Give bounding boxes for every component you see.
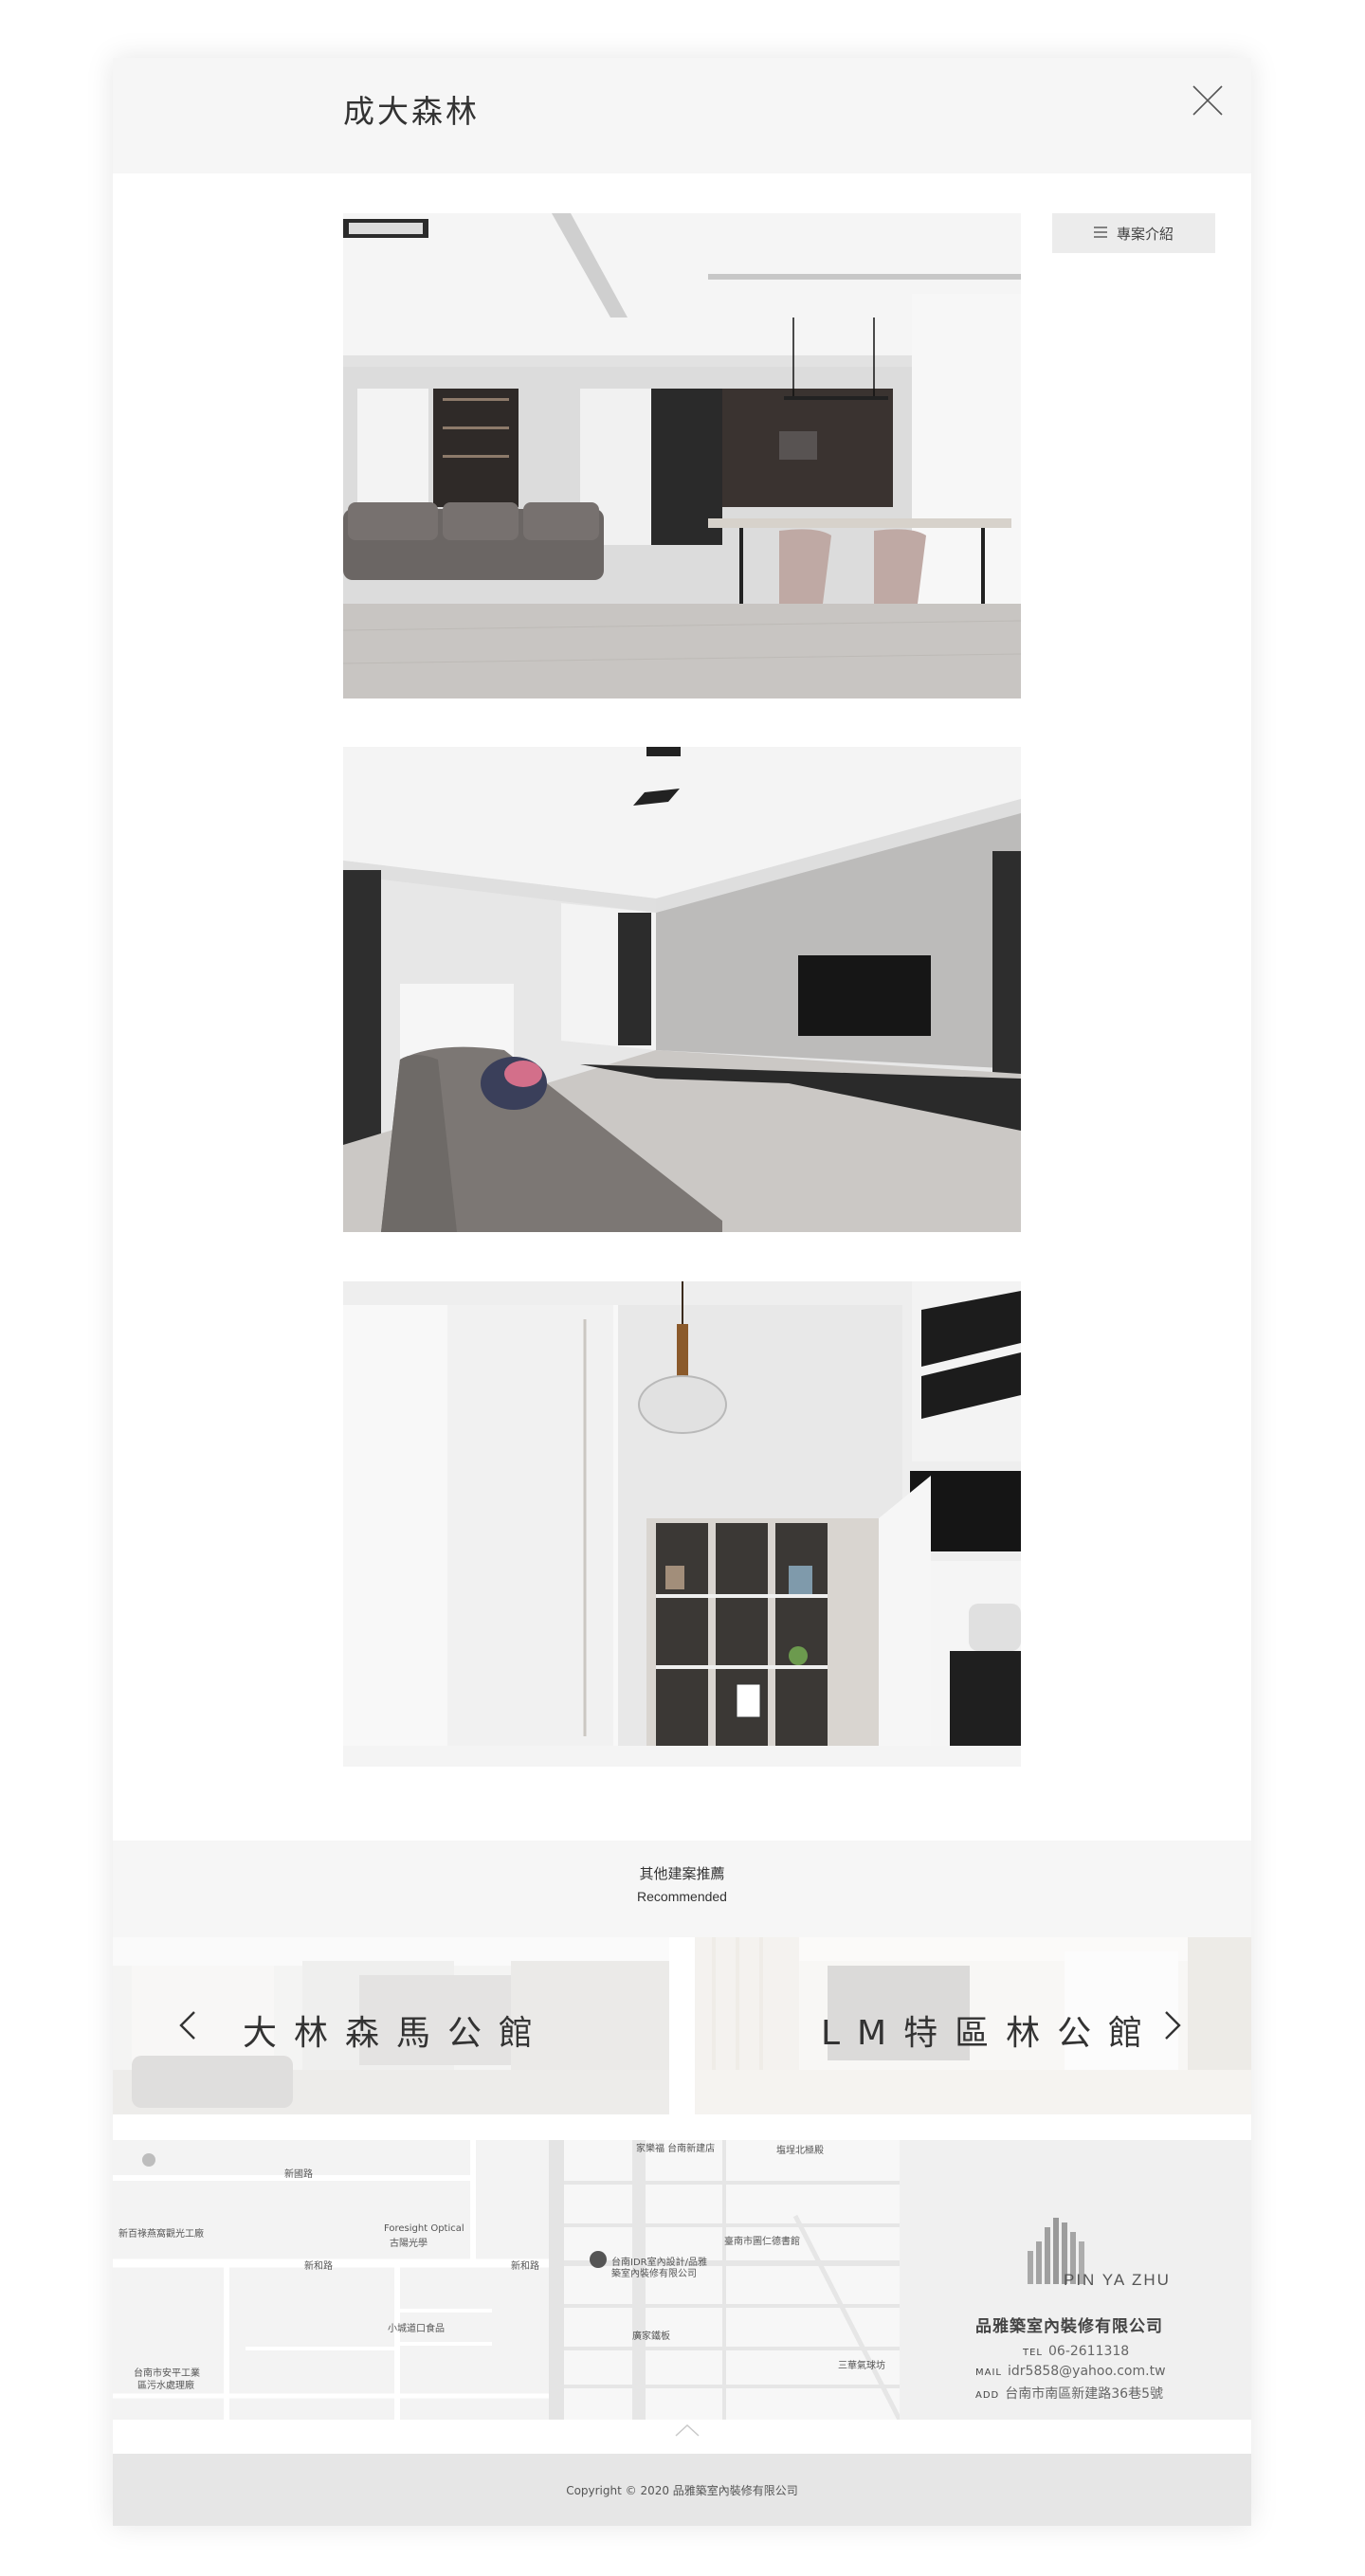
chevron-up-icon[interactable] <box>674 2422 701 2438</box>
chevron-right-icon[interactable] <box>1162 2008 1185 2042</box>
map-label: 新和路 <box>511 2261 539 2272</box>
map-label: 三華氣球坊 <box>838 2361 885 2371</box>
map-label: 新和路 <box>304 2261 333 2272</box>
gallery-photo-living-dining <box>343 213 1021 698</box>
recommended-title: 其他建案推薦 <box>639 1865 725 1882</box>
list-icon <box>1093 225 1107 242</box>
project-intro-button[interactable]: 專案介紹 <box>1052 213 1215 253</box>
map-label: 臺南市圖仁德書館 <box>724 2237 800 2247</box>
mail-value[interactable]: idr5858@yahoo.com.tw <box>1008 2364 1166 2379</box>
gallery-photo-staircase <box>343 1281 1021 1767</box>
recommended-prev-label: 大林森馬公館 <box>243 2014 551 2053</box>
recommended-next-label: LM特區林公館 <box>821 2014 1160 2053</box>
map-label: 塩埕北極殿 <box>776 2146 824 2156</box>
location-strip: 新百祿燕窩觀光工廠 Foresight Optical 古陽光學 新和路 新和路… <box>113 2140 1251 2422</box>
map-label: 築室內裝修有限公司 <box>611 2269 697 2279</box>
map-label: 小城道口食品 <box>388 2324 445 2334</box>
logo-text: PIN YA ZHU <box>1064 2271 1171 2289</box>
map-label: 廣家鐵板 <box>632 2331 670 2342</box>
add-key: ADD <box>975 2390 1000 2401</box>
chevron-left-icon[interactable] <box>175 2008 198 2042</box>
map-area-right[interactable]: 家樂福 台南新建店 塩埕北極殿 臺南市圖仁德書館 台南IDR室內設計/品雅 築室… <box>549 2140 902 2422</box>
map-label: Foresight Optical <box>384 2223 464 2234</box>
map-label: 家樂福 台南新建店 <box>636 2144 716 2154</box>
modal-header: 成大森林 <box>113 58 1251 173</box>
tel-key: TEL <box>1023 2348 1043 2358</box>
contact-mail: MAIL idr5858@yahoo.com.tw <box>975 2364 1166 2379</box>
copyright-text: Copyright © 2020 品雅築室內裝修有限公司 <box>566 2484 798 2497</box>
contact-info: PIN YA ZHU 品雅築室內裝修有限公司 TEL 06-2611318 MAI… <box>900 2140 1251 2420</box>
gallery-photo-living-room <box>343 747 1021 1232</box>
company-name: 品雅築室內裝修有限公司 <box>975 2317 1163 2336</box>
page-title: 成大森林 <box>343 93 480 130</box>
mail-key: MAIL <box>975 2367 1002 2378</box>
contact-tel: TEL 06-2611318 <box>1023 2344 1129 2359</box>
footer: Copyright © 2020 品雅築室內裝修有限公司 <box>113 2454 1251 2526</box>
company-logo: PIN YA ZHU <box>1020 2208 1172 2298</box>
project-modal: 成大森林 專案介紹 其他建案推薦 Recommended 大林森馬公館 LM特區… <box>113 58 1251 2526</box>
recommended-subtitle: Recommended <box>637 1889 727 1904</box>
recommended-card-prev[interactable]: 大林森馬公館 <box>113 1937 669 2114</box>
map-area-left[interactable]: 新百祿燕窩觀光工廠 Foresight Optical 古陽光學 新和路 新和路… <box>113 2140 549 2420</box>
map-label: 新百祿燕窩觀光工廠 <box>118 2229 204 2240</box>
tel-value: 06-2611318 <box>1048 2344 1130 2359</box>
recommended-section: 其他建案推薦 Recommended <box>113 1841 1251 1937</box>
recommended-card-next[interactable]: LM特區林公館 <box>695 1937 1251 2114</box>
contact-address: ADD 台南市南區新建路36巷5號 <box>975 2384 1163 2403</box>
map-label: 古陽光學 <box>390 2239 428 2249</box>
close-icon[interactable] <box>1192 84 1224 117</box>
address-value: 台南市南區新建路36巷5號 <box>1005 2386 1163 2402</box>
project-intro-label: 專案介紹 <box>1116 225 1174 243</box>
map-label: 區污水處理廠 <box>137 2381 194 2391</box>
map-label: 新國路 <box>284 2169 313 2180</box>
